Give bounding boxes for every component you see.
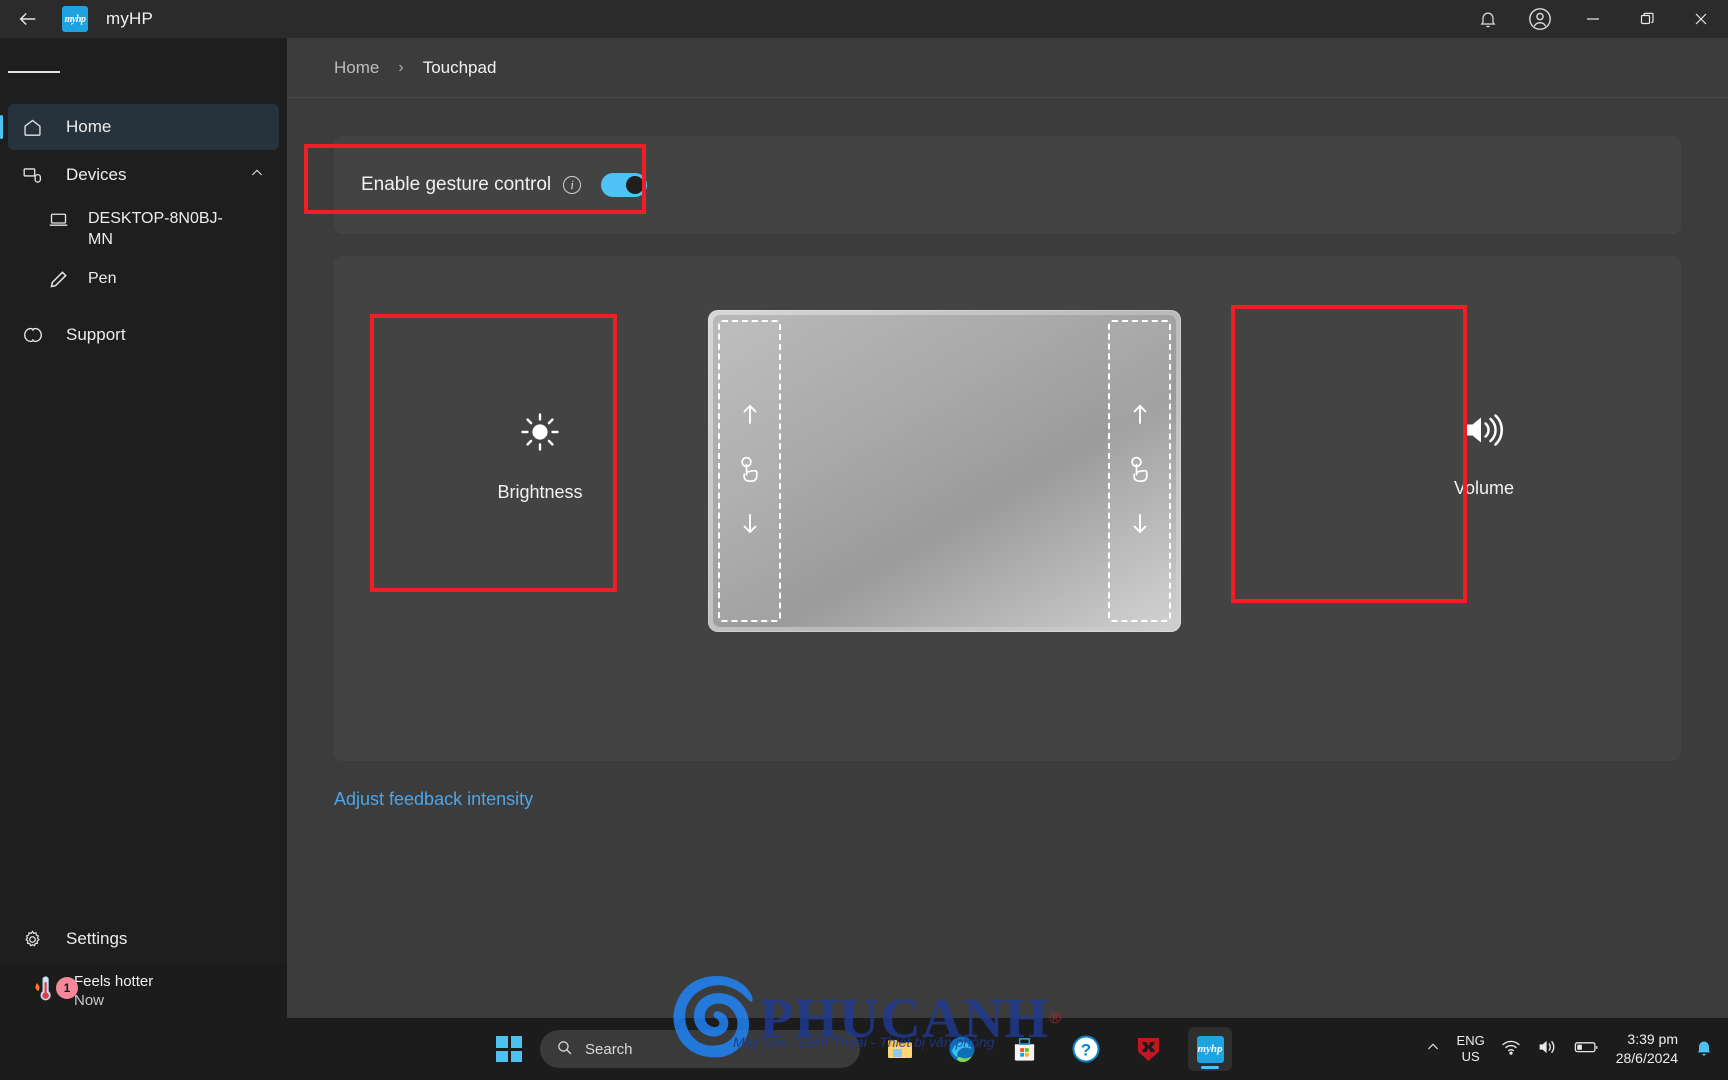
myhp-logo-icon: myhp [62,6,88,32]
weather-title: Feels hotter [74,973,154,990]
sidebar-item-support[interactable]: Support [8,312,279,358]
touchpad-surface [713,315,1176,627]
breadcrumb-separator: › [398,58,404,76]
file-explorer-icon[interactable] [878,1027,922,1071]
laptop-icon [48,209,80,230]
sidebar-item-label: Pen [88,270,117,287]
main-content: Home › Touchpad Enable gesture control i… [287,38,1728,1018]
volume-icon[interactable] [1537,1037,1558,1062]
myhp-icon[interactable]: myhp [1188,1027,1232,1071]
search-icon [556,1039,573,1060]
window-titlebar: myhp myHP [0,0,1728,38]
sidebar-item-pen[interactable]: Pen [8,260,279,300]
gesture-zone-volume[interactable]: Volume [1374,411,1594,499]
volume-speaker-icon [1462,414,1506,453]
weather-text: Feels hotter Now [74,972,153,1010]
sidebar: Home Devices DESKTOP-8N0BJ-MN Pen Suppor… [0,38,287,1018]
battery-icon[interactable] [1574,1039,1600,1060]
gesture-control-card: Enable gesture control i [334,136,1681,234]
weather-subtitle: Now [74,992,105,1009]
gesture-zone-brightness[interactable]: Brightness [430,411,650,503]
arrow-up-icon [740,402,760,431]
tap-hand-icon [737,455,763,488]
info-icon[interactable]: i [563,176,582,194]
sidebar-item-home[interactable]: Home [0,104,279,150]
thermometer-flame-icon: 1 [22,973,78,1009]
titlebar-right-group [1462,0,1728,38]
notification-bell-icon[interactable] [1694,1037,1714,1062]
sidebar-item-label: Home [66,117,112,136]
sidebar-item-label: Support [66,325,126,344]
arrow-down-icon [740,512,760,541]
wifi-icon[interactable] [1501,1037,1521,1062]
back-button[interactable] [0,0,56,38]
clock-time: 3:39 pm [1627,1031,1678,1047]
weather-widget[interactable]: 1 Feels hotter Now [0,964,287,1018]
windows-start-icon[interactable] [496,1036,522,1062]
pen-icon [48,269,80,290]
language-line1: ENG [1456,1033,1485,1048]
sidebar-item-label: Devices [66,165,127,184]
myhp-icon-label: myhp [1196,1035,1224,1063]
chevron-up-icon[interactable] [249,165,265,186]
gear-icon [22,929,56,950]
clock-date: 28/6/2024 [1615,1050,1678,1066]
gesture-zone-label: Brightness [497,482,583,502]
system-tray: ENG US 3:39 pm 28/6/2024 [1425,1030,1714,1068]
sidebar-footer: Settings [0,914,287,964]
breadcrumb-current: Touchpad [422,57,497,77]
breadcrumb-home[interactable]: Home [334,58,379,78]
sidebar-item-settings[interactable]: Settings [8,916,279,962]
bell-icon[interactable] [1462,0,1514,38]
account-icon[interactable] [1514,0,1566,38]
adjust-feedback-intensity-link[interactable]: Adjust feedback intensity [334,789,1728,810]
hamburger-icon[interactable] [8,46,60,98]
mcafee-icon[interactable] [1126,1027,1170,1071]
gesture-control-label: Enable gesture control [361,174,552,195]
sidebar-item-desktop-device[interactable]: DESKTOP-8N0BJ-MN [8,200,279,258]
window-title: myHP [106,9,154,28]
sidebar-item-label: DESKTOP-8N0BJ-MN [88,210,223,248]
devices-icon [22,165,56,186]
breadcrumb: Home › Touchpad [287,38,1728,98]
sidebar-item-devices[interactable]: Devices [8,152,279,198]
tap-hand-icon [1127,455,1153,488]
language-line2: US [1461,1049,1480,1064]
taskbar-center-group: Search ? myhp [496,1027,1232,1071]
gesture-zones-card: Brightness Volume [334,256,1681,761]
svg-text:?: ? [1081,1041,1091,1060]
myhp-logo-text: myhp [64,13,86,25]
gesture-control-toggle[interactable] [601,173,648,197]
taskbar-clock[interactable]: 3:39 pm 28/6/2024 [1616,1030,1678,1068]
touchpad-left-zone[interactable] [718,320,781,622]
microsoft-store-icon[interactable] [1002,1027,1046,1071]
brightness-sun-icon [519,413,561,457]
search-placeholder: Search [585,1040,633,1058]
toggle-knob [626,176,645,194]
help-icon[interactable]: ? [1064,1027,1108,1071]
sidebar-item-label: Settings [66,929,128,948]
close-button[interactable] [1674,0,1728,38]
minimize-button[interactable] [1566,0,1620,38]
arrow-down-icon [1130,512,1150,541]
support-icon [22,324,56,346]
tray-chevron-up-icon[interactable] [1425,1039,1441,1060]
search-input[interactable]: Search [540,1030,860,1068]
touchpad-diagram[interactable] [708,310,1181,632]
language-indicator[interactable]: ENG US [1457,1033,1485,1065]
restore-button[interactable] [1620,0,1674,38]
arrow-up-icon [1130,402,1150,431]
home-icon [22,117,56,138]
windows-taskbar: Search ? myhp ENG US 3:39 pm 28/6/2024 [0,1018,1728,1080]
weather-badge: 1 [56,977,78,999]
app-window: myhp myHP Home Devices DESKTOP-8N0BJ-MN … [0,0,1728,1080]
gesture-zone-label: Volume [1453,478,1515,498]
edge-browser-icon[interactable] [940,1027,984,1071]
touchpad-right-zone[interactable] [1108,320,1171,622]
